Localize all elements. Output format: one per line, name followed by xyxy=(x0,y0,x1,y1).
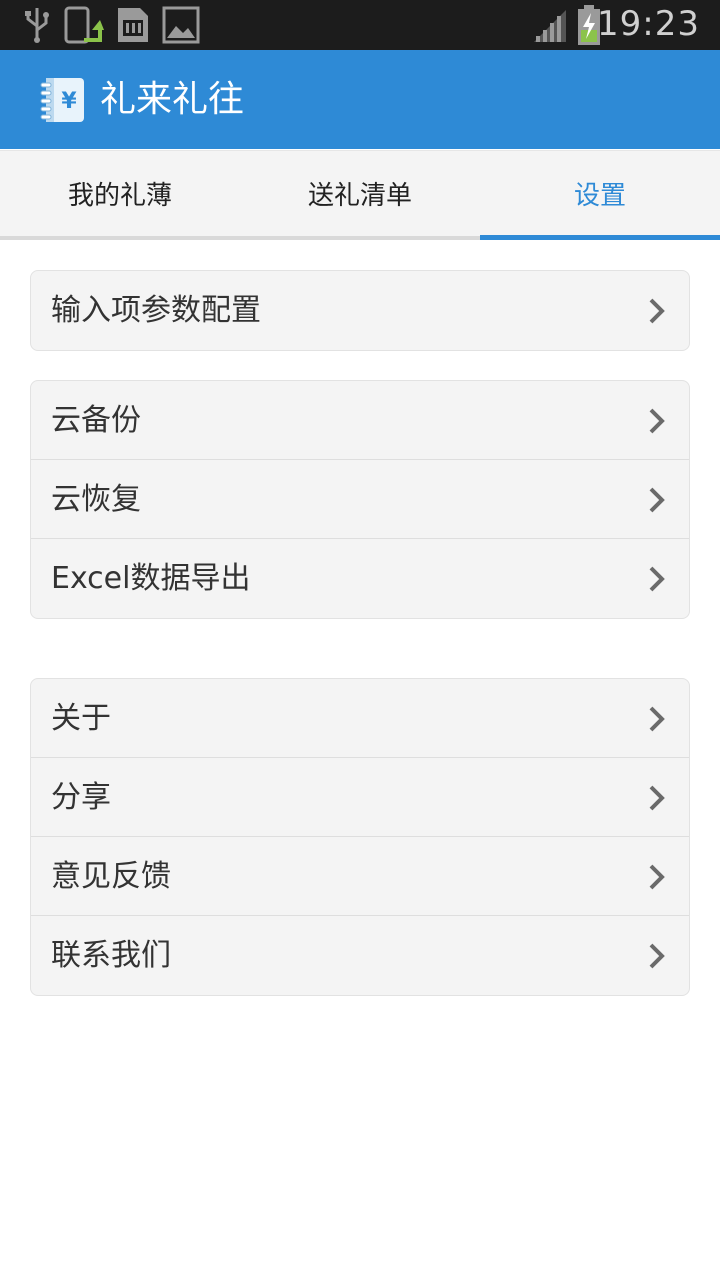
settings-item-contact-us[interactable]: 联系我们 xyxy=(31,916,689,995)
settings-item-cloud-restore[interactable]: 云恢复 xyxy=(31,460,689,539)
sd-card-icon xyxy=(118,8,148,42)
chevron-right-icon xyxy=(649,785,665,811)
settings-item-label: 关于 xyxy=(51,701,111,736)
notebook-yen-icon: ¥ xyxy=(40,78,84,122)
chevron-right-icon xyxy=(649,566,665,592)
settings-item-share[interactable]: 分享 xyxy=(31,758,689,837)
settings-group-about: 关于 分享 意见反馈 联系我们 xyxy=(30,678,690,996)
settings-item-label: 分享 xyxy=(51,780,111,815)
chevron-right-icon xyxy=(649,864,665,890)
settings-item-label: 输入项参数配置 xyxy=(51,293,261,328)
settings-item-excel-export[interactable]: Excel数据导出 xyxy=(31,539,689,618)
settings-group-config: 输入项参数配置 xyxy=(30,270,690,351)
image-icon xyxy=(162,6,200,44)
settings-item-cloud-backup[interactable]: 云备份 xyxy=(31,381,689,460)
svg-text:¥: ¥ xyxy=(61,89,77,114)
settings-item-label: 云备份 xyxy=(51,403,141,438)
phone-upload-icon xyxy=(64,6,104,44)
settings-item-label: 意见反馈 xyxy=(51,859,171,894)
chevron-right-icon xyxy=(649,487,665,513)
settings-item-about[interactable]: 关于 xyxy=(31,679,689,758)
tab-bar: 我的礼薄 送礼清单 设置 xyxy=(0,150,720,240)
app-bar: ¥ 礼来礼往 xyxy=(0,50,720,149)
usb-icon xyxy=(25,8,49,43)
settings-item-label: 联系我们 xyxy=(51,938,171,973)
chevron-right-icon xyxy=(649,943,665,969)
tab-my-gift-book[interactable]: 我的礼薄 xyxy=(0,151,240,241)
chevron-right-icon xyxy=(649,298,665,324)
settings-item-input-config[interactable]: 输入项参数配置 xyxy=(31,271,689,350)
settings-item-label: 云恢复 xyxy=(51,482,141,517)
chevron-right-icon xyxy=(649,706,665,732)
settings-item-label: Excel数据导出 xyxy=(51,561,251,596)
status-time: 19:23 xyxy=(597,4,700,44)
tab-active-indicator xyxy=(480,235,720,240)
app-title: 礼来礼往 xyxy=(100,79,245,120)
status-bar: 19:23 xyxy=(0,0,720,50)
tab-settings[interactable]: 设置 xyxy=(480,151,720,241)
settings-item-feedback[interactable]: 意见反馈 xyxy=(31,837,689,916)
signal-icon xyxy=(534,10,566,42)
settings-group-data: 云备份 云恢复 Excel数据导出 xyxy=(30,380,690,619)
tab-gift-list[interactable]: 送礼清单 xyxy=(240,151,480,241)
chevron-right-icon xyxy=(649,408,665,434)
